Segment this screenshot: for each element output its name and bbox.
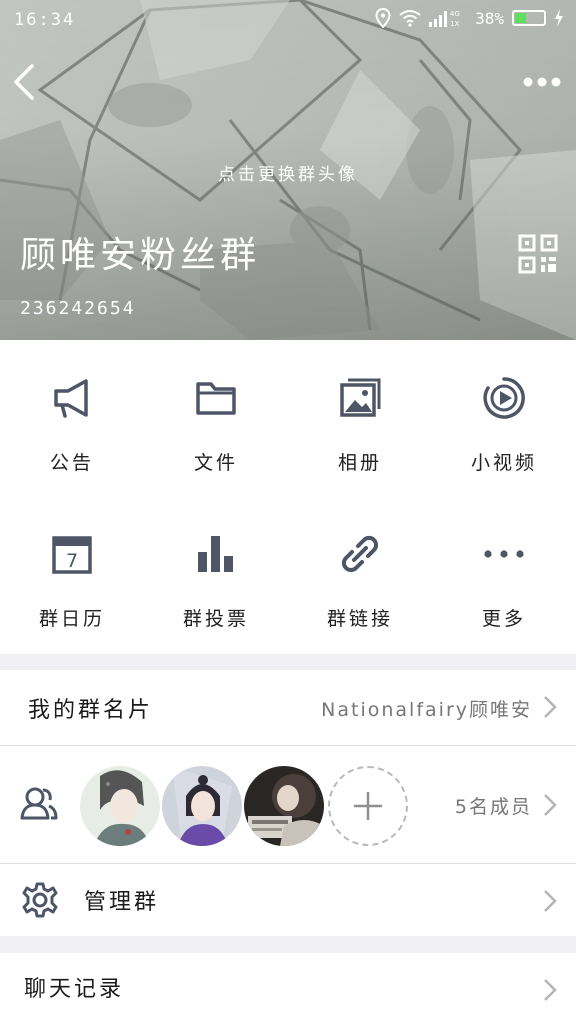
- feature-files[interactable]: 文件: [144, 340, 288, 496]
- feature-label: 小视频: [470, 452, 537, 474]
- chevron-right-icon: [544, 979, 557, 1001]
- charging-icon: [555, 9, 563, 27]
- battery-percent: 38%: [475, 8, 504, 28]
- calendar-icon: 7: [52, 536, 92, 574]
- member-count: 5名成员: [454, 796, 532, 818]
- video-play-icon: [483, 377, 525, 419]
- feature-label: 相册: [337, 452, 382, 474]
- megaphone-icon: [54, 379, 88, 418]
- feature-album[interactable]: 相册: [288, 340, 432, 496]
- battery-icon: [512, 10, 546, 26]
- network-top-label: 4G: [450, 10, 460, 18]
- group-name: 顾唯安粉丝群: [20, 235, 261, 276]
- feature-grid: 公告 文件 相册 小视频 7 群日历 群投票 群链接 更多: [0, 340, 576, 654]
- more-options-icon[interactable]: [522, 70, 562, 94]
- chevron-right-icon: [544, 696, 557, 718]
- link-icon: [341, 535, 379, 573]
- folder-icon: [196, 382, 236, 415]
- chat-history-row[interactable]: 聊天记录: [0, 953, 576, 1024]
- add-member-button[interactable]: [328, 766, 408, 846]
- more-dots-icon: [484, 550, 524, 558]
- group-header[interactable]: 16:34 4G 1X 38% 点击更换群头像 顾唯安粉丝群 236242654: [0, 0, 576, 340]
- feature-link[interactable]: 群链接: [288, 496, 432, 652]
- member-avatar[interactable]: [162, 766, 242, 846]
- gear-icon: [22, 882, 58, 918]
- qr-code-icon[interactable]: [518, 234, 558, 274]
- change-avatar-hint[interactable]: 点击更换群头像: [0, 160, 576, 185]
- status-time: 16:34: [14, 10, 76, 30]
- feature-vote[interactable]: 群投票: [144, 496, 288, 652]
- member-avatar[interactable]: [80, 766, 160, 846]
- feature-label: 群日历: [38, 608, 105, 630]
- location-icon: [375, 8, 391, 28]
- feature-more[interactable]: 更多: [432, 496, 576, 652]
- wifi-icon: [399, 10, 421, 27]
- calendar-day: 7: [66, 550, 78, 572]
- signal-icon: 4G 1X: [429, 10, 460, 28]
- members-row[interactable]: 5名成员: [0, 746, 576, 863]
- manage-group-row[interactable]: 管理群: [0, 864, 576, 936]
- feature-label: 群链接: [326, 608, 393, 630]
- feature-label: 文件: [193, 452, 238, 474]
- my-group-card-value: Nationalfairy顾唯安: [321, 699, 532, 721]
- battery-fill: [515, 13, 526, 23]
- status-icons: 4G 1X 38%: [375, 8, 564, 28]
- feature-short-video[interactable]: 小视频: [432, 340, 576, 496]
- members-icon: [20, 787, 58, 820]
- my-group-card-title: 我的群名片: [28, 698, 154, 723]
- feature-announcement[interactable]: 公告: [0, 340, 144, 496]
- chevron-right-icon: [544, 890, 557, 912]
- network-bottom-label: 1X: [450, 20, 459, 28]
- plus-icon: [354, 792, 382, 820]
- feature-label: 更多: [481, 608, 526, 630]
- feature-label: 公告: [49, 452, 94, 474]
- chat-history-title: 聊天记录: [24, 977, 125, 1002]
- my-group-card-row[interactable]: 我的群名片 Nationalfairy顾唯安: [0, 670, 576, 745]
- manage-group-title: 管理群: [84, 890, 160, 915]
- group-id: 236242654: [20, 298, 136, 319]
- bar-chart-icon: [198, 536, 233, 572]
- member-avatar[interactable]: [244, 766, 324, 846]
- chevron-right-icon: [544, 794, 557, 816]
- back-arrow-icon[interactable]: [10, 62, 40, 102]
- feature-calendar[interactable]: 7 群日历: [0, 496, 144, 652]
- feature-label: 群投票: [182, 608, 249, 630]
- photo-album-icon: [340, 378, 381, 417]
- status-bar: 16:34 4G 1X 38%: [0, 0, 576, 40]
